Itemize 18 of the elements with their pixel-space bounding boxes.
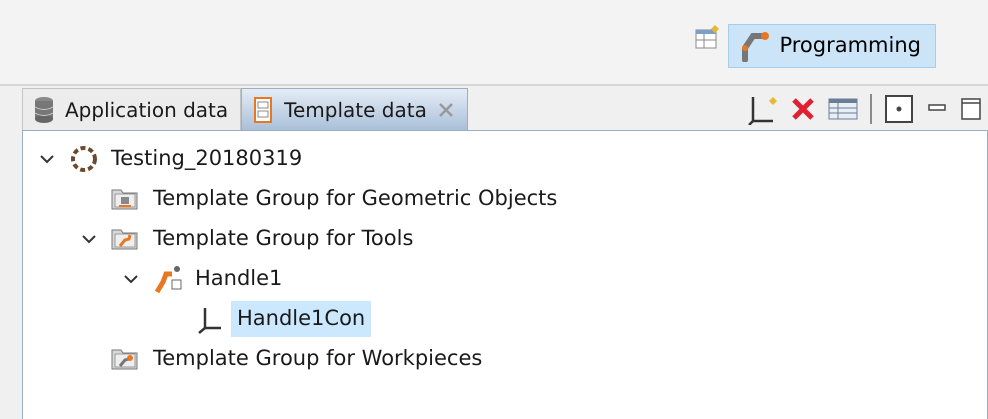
maximize-icon[interactable]: [960, 97, 982, 121]
tree-item[interactable]: Template Group for Workpieces: [147, 341, 488, 377]
template-icon: [252, 96, 274, 124]
tree-item[interactable]: Template Group for Tools: [147, 221, 420, 257]
tree-item[interactable]: Handle1Con: [231, 301, 372, 337]
tool-icon: [153, 264, 183, 294]
tree-item[interactable]: Testing_20180319: [105, 141, 308, 177]
table-icon[interactable]: [828, 97, 858, 121]
view-menu-icon[interactable]: [884, 94, 914, 124]
tree-item[interactable]: Handle1: [189, 261, 288, 297]
tree-item[interactable]: Template Group for Geometric Objects: [147, 181, 564, 217]
view-tab[interactable]: Template data: [241, 88, 468, 130]
database-icon: [33, 96, 55, 124]
delete-icon[interactable]: [790, 96, 816, 122]
project-icon: [69, 144, 99, 174]
perspective-button[interactable]: Programming: [728, 24, 936, 68]
open-perspective-icon[interactable]: [694, 24, 720, 50]
view-tab[interactable]: Application data: [22, 88, 242, 130]
